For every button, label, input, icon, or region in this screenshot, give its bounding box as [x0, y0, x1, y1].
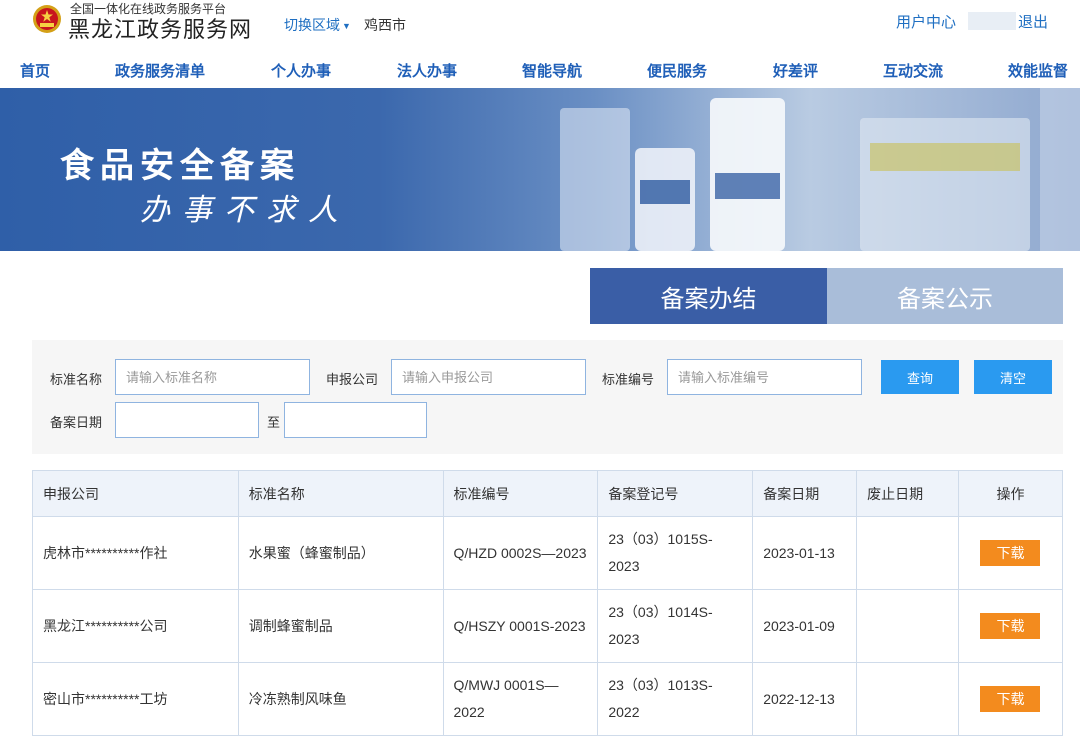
download-button[interactable]: 下载 — [980, 685, 1041, 712]
cell-date: 2022-12-13 — [752, 662, 858, 736]
col-header-company: 申报公司 — [32, 470, 239, 517]
cell-company: 虎林市**********作社 — [32, 516, 239, 590]
logout-link[interactable]: 退出 — [1018, 11, 1048, 32]
main-nav: 首页 政务服务清单 个人办事 法人办事 智能导航 便民服务 好差评 互动交流 效… — [0, 50, 1080, 88]
table-header-row: 申报公司 标准名称 标准编号 备案登记号 备案日期 废止日期 操作 — [32, 470, 1064, 517]
current-region: 鸡西市 — [364, 17, 406, 33]
clear-button[interactable]: 清空 — [974, 360, 1052, 394]
nav-item-personal[interactable]: 个人办事 — [271, 60, 331, 81]
cell-void-date — [856, 516, 959, 590]
std-no-input[interactable] — [667, 359, 862, 395]
banner-title: 食品安全备案 — [60, 147, 300, 185]
nav-item-rating[interactable]: 好差评 — [773, 60, 818, 81]
nav-item-smart-guide[interactable]: 智能导航 — [522, 60, 582, 81]
cell-company: 黑龙江**********公司 — [32, 589, 239, 663]
download-button[interactable]: 下载 — [980, 612, 1041, 639]
date-label: 备案日期 — [50, 415, 103, 430]
cell-std-name: 冷冻熟制风味鱼 — [237, 662, 444, 736]
filing-table: 申报公司 标准名称 标准编号 备案登记号 备案日期 废止日期 操作 虎林市***… — [32, 470, 1064, 736]
std-name-input[interactable] — [115, 359, 310, 395]
cell-std-no: Q/HSZY 0001S-2023 — [442, 589, 599, 663]
col-header-reg-no: 备案登记号 — [597, 470, 754, 517]
col-header-std-name: 标准名称 — [237, 470, 444, 517]
table-row: 密山市**********工坊 冷冻熟制风味鱼 Q/MWJ 0001S—2022… — [32, 662, 1064, 736]
cell-reg-no: 23（03）1014S-2023 — [597, 589, 754, 663]
search-panel: 标准名称 申报公司 标准编号 查询 清空 备案日期 至 — [32, 340, 1063, 454]
cell-date: 2023-01-13 — [752, 516, 858, 590]
company-label: 申报公司 — [326, 372, 379, 387]
company-input[interactable] — [391, 359, 586, 395]
nav-item-legal-person[interactable]: 法人办事 — [397, 60, 457, 81]
query-button[interactable]: 查询 — [881, 360, 959, 394]
date-start-input[interactable] — [115, 402, 259, 438]
nav-item-home[interactable]: 首页 — [20, 60, 50, 81]
cell-reg-no: 23（03）1013S-2022 — [597, 662, 754, 736]
username-mask — [968, 12, 1016, 30]
cell-std-no: Q/HZD 0002S—2023 — [442, 516, 599, 590]
cell-action: 下载 — [957, 662, 1064, 736]
region-switch-label: 切换区域 — [284, 17, 340, 33]
cell-void-date — [856, 589, 959, 663]
download-button[interactable]: 下载 — [980, 539, 1041, 566]
cell-std-name: 水果蜜（蜂蜜制品） — [237, 516, 444, 590]
nav-item-convenience[interactable]: 便民服务 — [647, 60, 707, 81]
caret-down-icon: ▼ — [342, 21, 351, 32]
nav-item-supervision[interactable]: 效能监督 — [1008, 60, 1068, 81]
tab-filing-completed[interactable]: 备案办结 — [590, 268, 827, 324]
national-emblem-icon — [33, 5, 61, 33]
std-no-label: 标准编号 — [602, 372, 655, 387]
col-header-void-date: 废止日期 — [856, 470, 959, 517]
banner: 食品安全备案 办事不求人 — [0, 88, 1080, 251]
std-name-label: 标准名称 — [50, 372, 103, 387]
cell-company: 密山市**********工坊 — [32, 662, 239, 736]
cell-action: 下载 — [957, 516, 1064, 590]
tab-filing-public[interactable]: 备案公示 — [827, 268, 1063, 324]
date-to-label: 至 — [267, 415, 281, 430]
cell-reg-no: 23（03）1015S-2023 — [597, 516, 754, 590]
cell-action: 下载 — [957, 589, 1064, 663]
nav-item-interaction[interactable]: 互动交流 — [883, 60, 943, 81]
table-row: 虎林市**********作社 水果蜜（蜂蜜制品） Q/HZD 0002S—20… — [32, 516, 1064, 590]
col-header-date: 备案日期 — [752, 470, 858, 517]
nav-item-service-list[interactable]: 政务服务清单 — [115, 60, 205, 81]
cell-std-no: Q/MWJ 0001S—2022 — [442, 662, 599, 736]
region-switch-button[interactable]: 切换区域 ▼ — [284, 15, 351, 35]
cell-std-name: 调制蜂蜜制品 — [237, 589, 444, 663]
cell-void-date — [856, 662, 959, 736]
user-center-link[interactable]: 用户中心 — [896, 11, 956, 32]
col-header-action: 操作 — [957, 470, 1064, 517]
cell-date: 2023-01-09 — [752, 589, 858, 663]
banner-slogan: 办事不求人 — [140, 193, 350, 228]
date-end-input[interactable] — [284, 402, 427, 438]
site-header: 全国一体化在线政务服务平台 黑龙江政务服务网 切换区域 ▼ 鸡西市 用户中心 退出 — [0, 0, 1080, 50]
platform-title[interactable]: 黑龙江政务服务网 — [68, 12, 252, 44]
table-row: 黑龙江**********公司 调制蜂蜜制品 Q/HSZY 0001S-2023… — [32, 589, 1064, 663]
col-header-std-no: 标准编号 — [442, 470, 599, 517]
